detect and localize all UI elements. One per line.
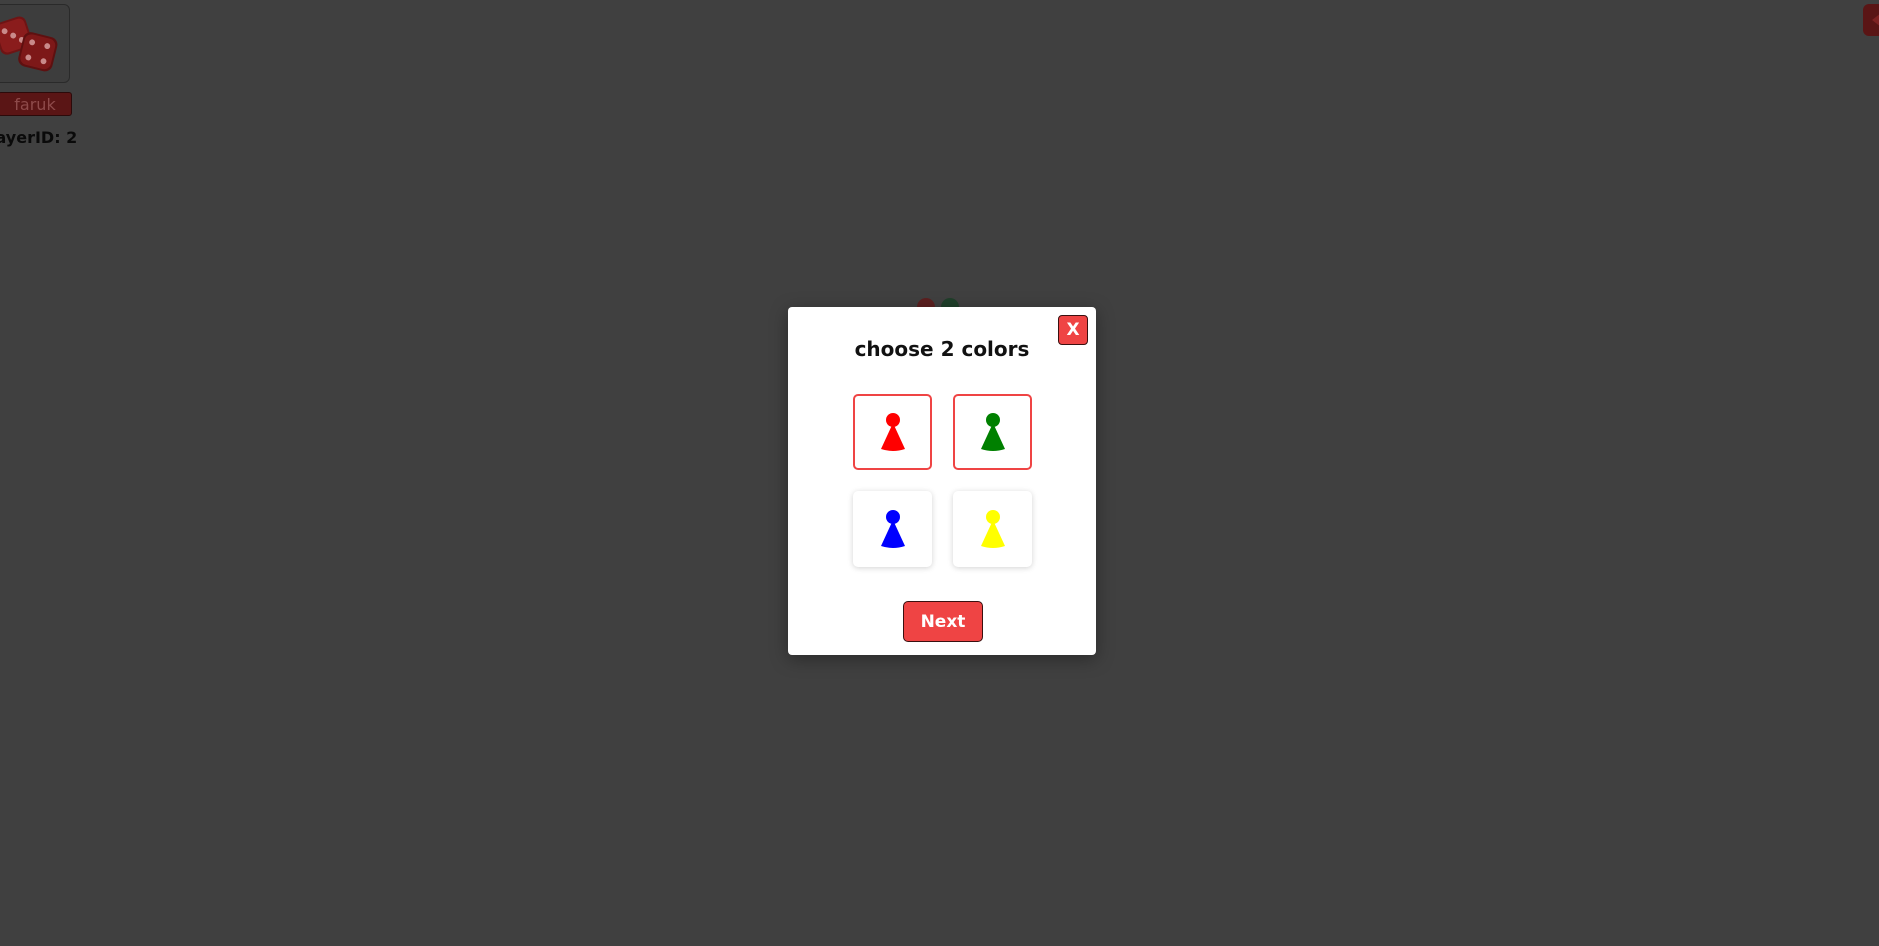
color-choice-modal: X choose 2 colors Next xyxy=(788,307,1096,655)
modal-title: choose 2 colors xyxy=(854,337,1030,361)
color-option-yellow[interactable] xyxy=(953,491,1032,567)
player-id-label: layerID: 2 xyxy=(0,128,78,147)
pawn-red-icon xyxy=(880,413,905,451)
next-button[interactable]: Next xyxy=(903,601,983,642)
color-option-blue[interactable] xyxy=(853,491,932,567)
player-name-badge: faruk xyxy=(0,92,72,116)
color-grid xyxy=(853,394,1033,574)
pawn-yellow-icon xyxy=(980,510,1005,548)
dice-icon xyxy=(0,16,58,72)
dice-button[interactable] xyxy=(0,4,70,83)
arrow-left-icon xyxy=(1872,13,1879,27)
color-option-green[interactable] xyxy=(953,394,1032,470)
pawn-blue-icon xyxy=(880,510,905,548)
pawn-green-icon xyxy=(980,413,1005,451)
color-option-red[interactable] xyxy=(853,394,932,470)
side-panel-toggle[interactable] xyxy=(1863,4,1879,36)
